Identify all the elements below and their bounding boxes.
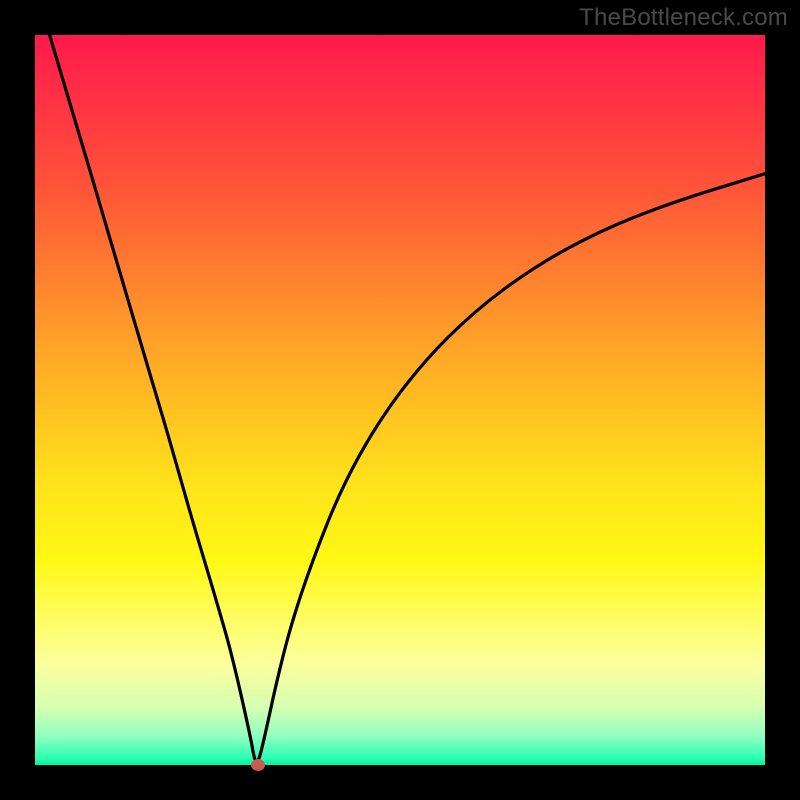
bottleneck-curve	[35, 35, 765, 765]
optimum-marker	[251, 759, 265, 771]
plot-area	[35, 35, 765, 765]
chart-frame: TheBottleneck.com	[0, 0, 800, 800]
watermark-text: TheBottleneck.com	[579, 4, 788, 32]
